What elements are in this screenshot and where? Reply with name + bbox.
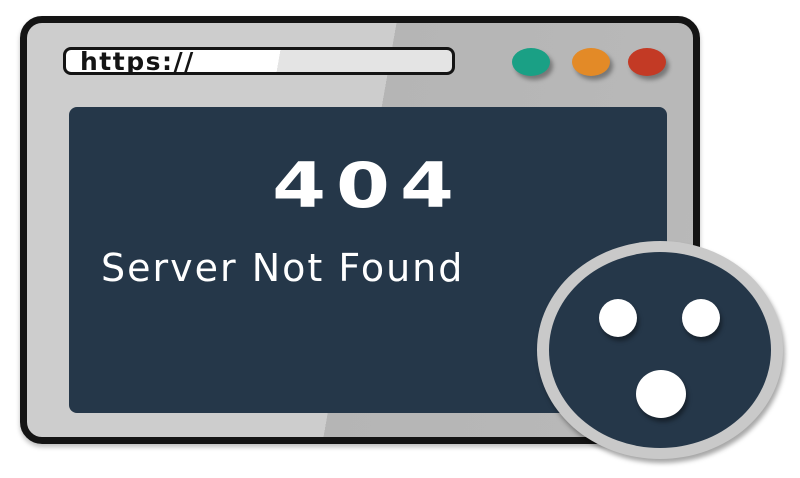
face-right-eye bbox=[682, 299, 720, 337]
face-circle bbox=[549, 252, 771, 448]
face-mouth bbox=[636, 370, 686, 418]
error-message: Server Not Found bbox=[101, 246, 465, 290]
window-control-orange-dot[interactable] bbox=[572, 48, 610, 76]
error-illustration: https:// 404 Server Not Found bbox=[0, 0, 800, 478]
error-code: 404 bbox=[272, 149, 464, 222]
window-control-green-dot[interactable] bbox=[512, 48, 550, 76]
face-left-eye bbox=[599, 299, 637, 337]
surprised-face-icon bbox=[537, 241, 783, 459]
address-url-text: https:// bbox=[80, 47, 195, 75]
window-control-red-dot[interactable] bbox=[628, 48, 666, 76]
address-bar[interactable]: https:// bbox=[63, 47, 455, 75]
